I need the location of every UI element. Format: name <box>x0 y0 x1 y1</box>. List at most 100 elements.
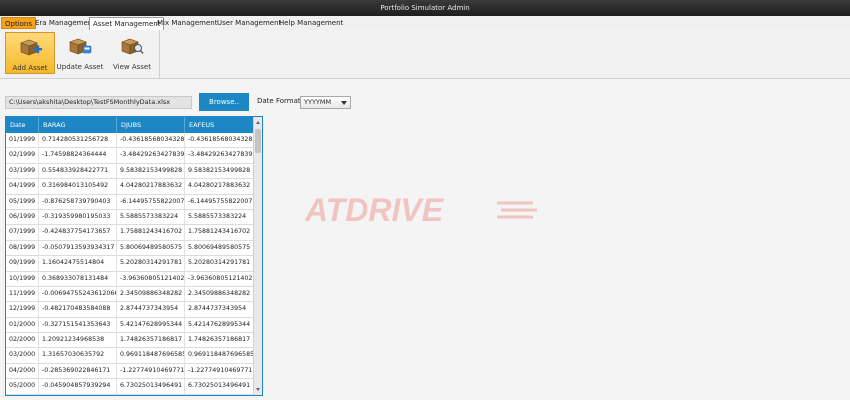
table-row[interactable]: 04/2000 -0.285369022846171 -1.227749104697… <box>6 363 254 380</box>
table-cell[interactable]: 2.34509886348282 <box>185 286 254 302</box>
table-cell[interactable]: 03/2000 <box>6 348 39 363</box>
table-cell[interactable]: -3.48429263427839 <box>185 148 254 163</box>
asset-data-grid[interactable]: Date BARAG DJUBS EAFEUS 01/1999 0.7142805… <box>5 116 263 396</box>
table-row[interactable]: 07/1999 -0.424837754173657 1.7588124341670… <box>6 225 254 241</box>
tab-mix-management[interactable]: Mix Management <box>154 17 220 29</box>
table-cell[interactable]: -0.436185680343282 <box>117 133 185 148</box>
table-cell[interactable]: -1.22774910469771 <box>117 363 185 379</box>
column-header-djubs[interactable]: DJUBS <box>117 117 185 133</box>
table-cell[interactable]: 1.75881243416702 <box>117 225 185 240</box>
table-row[interactable]: 12/1999 -0.482170483584088 2.8744737343954… <box>6 302 254 318</box>
tab-help-management[interactable]: Help Management <box>276 17 346 29</box>
table-cell[interactable]: -0.424837754173657 <box>39 225 117 240</box>
table-cell[interactable]: -0.327151541353643 <box>39 317 117 333</box>
table-cell[interactable]: 4.04280217883632 <box>117 179 185 194</box>
table-row[interactable]: 06/1999 -0.319359980195033 5.5885573383224… <box>6 209 254 226</box>
table-cell[interactable]: 5.20280314291781 <box>117 256 185 271</box>
table-cell[interactable]: 5.42147628995344 <box>117 317 185 333</box>
vertical-scrollbar[interactable] <box>253 117 262 395</box>
table-cell[interactable]: 04/2000 <box>6 363 39 379</box>
table-cell[interactable]: 06/1999 <box>6 209 39 225</box>
table-cell[interactable]: -1.22774910469771 <box>185 363 254 379</box>
table-row[interactable]: 09/1999 1.16042475514804 5.20280314291781 5… <box>6 256 254 272</box>
table-cell[interactable]: 05/1999 <box>6 194 39 209</box>
table-cell[interactable]: -3.48429263427839 <box>117 148 185 163</box>
table-cell[interactable]: 03/1999 <box>6 163 39 179</box>
table-cell[interactable]: 12/1999 <box>6 302 39 317</box>
table-cell[interactable]: -0.285369022846171 <box>39 363 117 379</box>
table-cell[interactable]: 1.16042475514804 <box>39 256 117 271</box>
table-cell[interactable]: 5.80069489580575 <box>185 240 254 256</box>
view-asset-button[interactable]: View Asset <box>107 32 157 74</box>
table-cell[interactable]: 01/1999 <box>6 133 39 148</box>
table-row[interactable]: 05/2000 -0.045904857939294 6.7302501349649… <box>6 379 254 395</box>
table-cell[interactable]: 11/1999 <box>6 286 39 302</box>
table-cell[interactable]: 5.80069489580575 <box>117 240 185 256</box>
table-cell[interactable]: 5.5885573383224 <box>185 209 254 225</box>
table-cell[interactable]: 08/1999 <box>6 240 39 256</box>
column-header-eafeus[interactable]: EAFEUS <box>185 117 254 133</box>
table-cell[interactable]: -6.14495755822007 <box>117 194 185 209</box>
tab-user-management[interactable]: User Management <box>214 17 284 29</box>
table-cell[interactable]: 0.368933078131484 <box>39 271 117 286</box>
table-cell[interactable]: 2.34509886348282 <box>117 286 185 302</box>
table-row[interactable]: 02/2000 1.20921234968538 1.74826357186817 1… <box>6 333 254 349</box>
column-header-date[interactable]: Date <box>6 117 39 133</box>
table-row[interactable]: 03/2000 1.31657030635792 0.969118487696585… <box>6 348 254 364</box>
column-header-barag[interactable]: BARAG <box>39 117 117 133</box>
scroll-up-icon[interactable] <box>256 121 260 124</box>
table-cell[interactable]: 1.74826357186817 <box>185 333 254 348</box>
table-row[interactable]: 01/2000 -0.327151541353643 5.4214762899534… <box>6 317 254 334</box>
scroll-down-icon[interactable] <box>256 388 260 391</box>
update-asset-button[interactable]: Update Asset <box>55 32 105 74</box>
table-cell[interactable]: 9.58382153499828 <box>185 163 254 179</box>
table-cell[interactable]: -6.14495755822007 <box>185 194 254 209</box>
table-cell[interactable]: -1.74598824364444 <box>39 148 117 163</box>
table-cell[interactable]: -3.96360805121402 <box>185 271 254 286</box>
table-cell[interactable]: -0.045904857939294 <box>39 379 117 394</box>
table-cell[interactable]: 1.31657030635792 <box>39 348 117 363</box>
table-cell[interactable]: 0.714280531256728 <box>39 133 117 148</box>
table-cell[interactable]: 0.554833928422771 <box>39 163 117 179</box>
table-cell[interactable]: 2.8744737343954 <box>117 302 185 317</box>
table-cell[interactable]: 1.74826357186817 <box>117 333 185 348</box>
table-row[interactable]: 08/1999 -0.0507913593934317 5.800694895805… <box>6 240 254 257</box>
table-cell[interactable]: 5.20280314291781 <box>185 256 254 271</box>
table-cell[interactable]: 02/2000 <box>6 333 39 348</box>
table-row[interactable]: 10/1999 0.368933078131484 -3.9636080512140… <box>6 271 254 287</box>
table-cell[interactable]: 07/1999 <box>6 225 39 240</box>
tab-options[interactable]: Options <box>1 17 37 29</box>
scrollbar-thumb[interactable] <box>255 129 261 153</box>
table-cell[interactable]: 6.73025013496491 <box>117 379 185 394</box>
table-cell[interactable]: 5.5885573383224 <box>117 209 185 225</box>
table-row[interactable]: 05/1999 -0.876258739790403 -6.144957558220… <box>6 194 254 210</box>
table-cell[interactable]: -0.0507913593934317 <box>39 240 117 256</box>
table-row[interactable]: 04/1999 0.316984013105492 4.04280217883632… <box>6 179 254 195</box>
table-cell[interactable]: -0.00694755243612066 <box>39 286 117 302</box>
browse-button[interactable]: Browse.. <box>199 93 249 111</box>
table-cell[interactable]: 4.04280217883632 <box>185 179 254 194</box>
table-cell[interactable]: 1.20921234968538 <box>39 333 117 348</box>
table-cell[interactable]: 05/2000 <box>6 379 39 394</box>
table-cell[interactable]: 0.316984013105492 <box>39 179 117 194</box>
table-cell[interactable]: 6.73025013496491 <box>185 379 254 394</box>
table-row[interactable]: 11/1999 -0.00694755243612066 2.34509886348… <box>6 286 254 303</box>
table-cell[interactable]: 1.75881243416702 <box>185 225 254 240</box>
table-cell[interactable]: 09/1999 <box>6 256 39 271</box>
table-cell[interactable]: 10/1999 <box>6 271 39 286</box>
table-cell[interactable]: 0.969118487696585 <box>185 348 254 363</box>
table-cell[interactable]: 5.42147628995344 <box>185 317 254 333</box>
file-path-field[interactable]: C:\Users\akshita\Desktop\TestFSMonthlyDa… <box>5 96 192 109</box>
table-cell[interactable]: -0.319359980195033 <box>39 209 117 225</box>
table-cell[interactable]: 9.58382153499828 <box>117 163 185 179</box>
table-cell[interactable]: -0.436185680343282 <box>185 133 254 148</box>
table-row[interactable]: 01/1999 0.714280531256728 -0.4361856803432… <box>6 133 254 149</box>
table-cell[interactable]: -0.876258739790403 <box>39 194 117 209</box>
add-asset-button[interactable]: Add Asset <box>5 32 55 74</box>
table-cell[interactable]: 2.8744737343954 <box>185 302 254 317</box>
table-row[interactable]: 02/1999 -1.74598824364444 -3.4842926342783… <box>6 148 254 164</box>
table-cell[interactable]: -0.482170483584088 <box>39 302 117 317</box>
table-cell[interactable]: 0.969118487696585 <box>117 348 185 363</box>
table-cell[interactable]: 04/1999 <box>6 179 39 194</box>
table-cell[interactable]: -3.96360805121402 <box>117 271 185 286</box>
